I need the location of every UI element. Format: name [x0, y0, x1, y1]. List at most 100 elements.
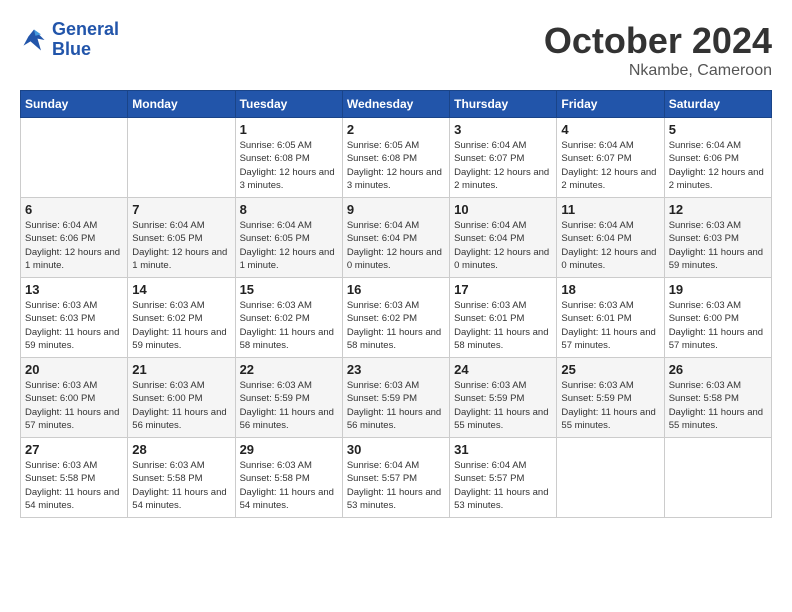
- weekday-header-monday: Monday: [128, 91, 235, 118]
- day-info: Sunrise: 6:05 AM Sunset: 6:08 PM Dayligh…: [347, 139, 445, 192]
- day-info: Sunrise: 6:05 AM Sunset: 6:08 PM Dayligh…: [240, 139, 338, 192]
- day-number: 31: [454, 442, 552, 457]
- day-info: Sunrise: 6:04 AM Sunset: 6:05 PM Dayligh…: [132, 219, 230, 272]
- day-number: 17: [454, 282, 552, 297]
- calendar-cell: 12 Sunrise: 6:03 AM Sunset: 6:03 PM Dayli…: [664, 198, 771, 278]
- day-number: 25: [561, 362, 659, 377]
- day-number: 28: [132, 442, 230, 457]
- day-number: 4: [561, 122, 659, 137]
- page-header: General Blue October 2024 Nkambe, Camero…: [20, 20, 772, 80]
- logo-icon: [20, 26, 48, 54]
- calendar-cell: 28 Sunrise: 6:03 AM Sunset: 5:58 PM Dayli…: [128, 438, 235, 518]
- month-title: October 2024: [544, 20, 772, 62]
- weekday-header-saturday: Saturday: [664, 91, 771, 118]
- calendar-cell: 31Sunrise: 6:04 AM Sunset: 5:57 PM Dayli…: [450, 438, 557, 518]
- calendar-cell: [664, 438, 771, 518]
- calendar-cell: 7 Sunrise: 6:04 AM Sunset: 6:05 PM Daylig…: [128, 198, 235, 278]
- day-number: 5: [669, 122, 767, 137]
- day-number: 11: [561, 202, 659, 217]
- calendar-cell: [128, 118, 235, 198]
- day-info: Sunrise: 6:04 AM Sunset: 6:06 PM Dayligh…: [25, 219, 123, 272]
- day-info: Sunrise: 6:04 AM Sunset: 6:07 PM Dayligh…: [561, 139, 659, 192]
- calendar-cell: 14 Sunrise: 6:03 AM Sunset: 6:02 PM Dayli…: [128, 278, 235, 358]
- logo: General Blue: [20, 20, 119, 60]
- calendar-cell: 24Sunrise: 6:03 AM Sunset: 5:59 PM Dayli…: [450, 358, 557, 438]
- calendar-cell: [21, 118, 128, 198]
- calendar-cell: 21 Sunrise: 6:03 AM Sunset: 6:00 PM Dayli…: [128, 358, 235, 438]
- day-number: 19: [669, 282, 767, 297]
- calendar-cell: 11 Sunrise: 6:04 AM Sunset: 6:04 PM Dayli…: [557, 198, 664, 278]
- calendar-cell: 3 Sunrise: 6:04 AM Sunset: 6:07 PM Daylig…: [450, 118, 557, 198]
- day-info: Sunrise: 6:03 AM Sunset: 6:02 PM Dayligh…: [132, 299, 230, 352]
- day-info: Sunrise: 6:03 AM Sunset: 5:58 PM Dayligh…: [669, 379, 767, 432]
- day-info: Sunrise: 6:04 AM Sunset: 6:07 PM Dayligh…: [454, 139, 552, 192]
- logo-text-line1: General: [52, 20, 119, 40]
- calendar-cell: 2 Sunrise: 6:05 AM Sunset: 6:08 PM Daylig…: [342, 118, 449, 198]
- calendar-body: 1 Sunrise: 6:05 AM Sunset: 6:08 PM Daylig…: [21, 118, 772, 518]
- day-info: Sunrise: 6:03 AM Sunset: 5:59 PM Dayligh…: [347, 379, 445, 432]
- calendar-cell: 27 Sunrise: 6:03 AM Sunset: 5:58 PM Dayli…: [21, 438, 128, 518]
- day-info: Sunrise: 6:03 AM Sunset: 6:01 PM Dayligh…: [561, 299, 659, 352]
- day-info: Sunrise: 6:03 AM Sunset: 6:00 PM Dayligh…: [25, 379, 123, 432]
- day-number: 16: [347, 282, 445, 297]
- day-number: 30: [347, 442, 445, 457]
- calendar-cell: 30Sunrise: 6:04 AM Sunset: 5:57 PM Dayli…: [342, 438, 449, 518]
- day-number: 12: [669, 202, 767, 217]
- day-info: Sunrise: 6:04 AM Sunset: 6:05 PM Dayligh…: [240, 219, 338, 272]
- calendar-cell: 23 Sunrise: 6:03 AM Sunset: 5:59 PM Dayli…: [342, 358, 449, 438]
- day-info: Sunrise: 6:03 AM Sunset: 5:59 PM Dayligh…: [561, 379, 659, 432]
- day-number: 14: [132, 282, 230, 297]
- day-number: 27: [25, 442, 123, 457]
- calendar-week-1: 1 Sunrise: 6:05 AM Sunset: 6:08 PM Daylig…: [21, 118, 772, 198]
- calendar-cell: 18Sunrise: 6:03 AM Sunset: 6:01 PM Dayli…: [557, 278, 664, 358]
- day-info: Sunrise: 6:04 AM Sunset: 6:04 PM Dayligh…: [561, 219, 659, 272]
- day-info: Sunrise: 6:03 AM Sunset: 5:58 PM Dayligh…: [132, 459, 230, 512]
- logo-text-line2: Blue: [52, 40, 119, 60]
- day-number: 29: [240, 442, 338, 457]
- day-info: Sunrise: 6:03 AM Sunset: 6:02 PM Dayligh…: [240, 299, 338, 352]
- day-number: 20: [25, 362, 123, 377]
- day-info: Sunrise: 6:03 AM Sunset: 6:00 PM Dayligh…: [132, 379, 230, 432]
- calendar-cell: 9Sunrise: 6:04 AM Sunset: 6:04 PM Daylig…: [342, 198, 449, 278]
- calendar-table: SundayMondayTuesdayWednesdayThursdayFrid…: [20, 90, 772, 518]
- calendar-cell: 19Sunrise: 6:03 AM Sunset: 6:00 PM Dayli…: [664, 278, 771, 358]
- calendar-header-row: SundayMondayTuesdayWednesdayThursdayFrid…: [21, 91, 772, 118]
- day-number: 21: [132, 362, 230, 377]
- day-number: 10: [454, 202, 552, 217]
- day-info: Sunrise: 6:03 AM Sunset: 6:03 PM Dayligh…: [669, 219, 767, 272]
- day-info: Sunrise: 6:03 AM Sunset: 6:02 PM Dayligh…: [347, 299, 445, 352]
- calendar-week-5: 27 Sunrise: 6:03 AM Sunset: 5:58 PM Dayli…: [21, 438, 772, 518]
- weekday-header-thursday: Thursday: [450, 91, 557, 118]
- day-number: 6: [25, 202, 123, 217]
- calendar-cell: 22 Sunrise: 6:03 AM Sunset: 5:59 PM Dayli…: [235, 358, 342, 438]
- day-number: 23: [347, 362, 445, 377]
- calendar-cell: 25 Sunrise: 6:03 AM Sunset: 5:59 PM Dayli…: [557, 358, 664, 438]
- weekday-header-tuesday: Tuesday: [235, 91, 342, 118]
- calendar-cell: 4 Sunrise: 6:04 AM Sunset: 6:07 PM Daylig…: [557, 118, 664, 198]
- calendar-cell: 8 Sunrise: 6:04 AM Sunset: 6:05 PM Daylig…: [235, 198, 342, 278]
- weekday-header-wednesday: Wednesday: [342, 91, 449, 118]
- calendar-cell: 16 Sunrise: 6:03 AM Sunset: 6:02 PM Dayli…: [342, 278, 449, 358]
- day-number: 8: [240, 202, 338, 217]
- day-info: Sunrise: 6:03 AM Sunset: 5:58 PM Dayligh…: [25, 459, 123, 512]
- day-number: 9: [347, 202, 445, 217]
- calendar-cell: 5 Sunrise: 6:04 AM Sunset: 6:06 PM Daylig…: [664, 118, 771, 198]
- day-info: Sunrise: 6:03 AM Sunset: 5:59 PM Dayligh…: [240, 379, 338, 432]
- calendar-week-4: 20 Sunrise: 6:03 AM Sunset: 6:00 PM Dayli…: [21, 358, 772, 438]
- day-info: Sunrise: 6:03 AM Sunset: 5:59 PM Dayligh…: [454, 379, 552, 432]
- day-number: 3: [454, 122, 552, 137]
- day-number: 2: [347, 122, 445, 137]
- calendar-week-2: 6 Sunrise: 6:04 AM Sunset: 6:06 PM Daylig…: [21, 198, 772, 278]
- day-number: 13: [25, 282, 123, 297]
- day-number: 7: [132, 202, 230, 217]
- day-number: 15: [240, 282, 338, 297]
- calendar-cell: 6 Sunrise: 6:04 AM Sunset: 6:06 PM Daylig…: [21, 198, 128, 278]
- calendar-cell: 26 Sunrise: 6:03 AM Sunset: 5:58 PM Dayli…: [664, 358, 771, 438]
- day-info: Sunrise: 6:04 AM Sunset: 6:04 PM Dayligh…: [454, 219, 552, 272]
- calendar-cell: 15 Sunrise: 6:03 AM Sunset: 6:02 PM Dayli…: [235, 278, 342, 358]
- calendar-cell: 17Sunrise: 6:03 AM Sunset: 6:01 PM Dayli…: [450, 278, 557, 358]
- day-info: Sunrise: 6:04 AM Sunset: 6:06 PM Dayligh…: [669, 139, 767, 192]
- day-number: 26: [669, 362, 767, 377]
- day-number: 22: [240, 362, 338, 377]
- day-number: 1: [240, 122, 338, 137]
